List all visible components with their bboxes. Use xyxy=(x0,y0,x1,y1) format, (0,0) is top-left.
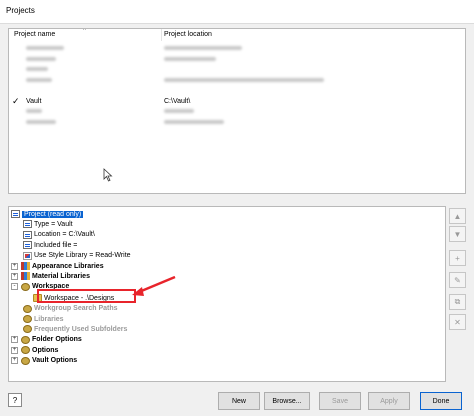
tree-item[interactable]: + Material Libraries xyxy=(11,271,90,281)
tree-item-label: Libraries xyxy=(34,315,64,323)
column-divider[interactable] xyxy=(161,29,162,41)
column-headers: Project name ^ Project location xyxy=(9,29,465,41)
library-icon xyxy=(21,272,30,281)
move-down-icon: ▼ xyxy=(453,229,462,239)
tree-item[interactable]: + Appearance Libraries xyxy=(11,261,104,271)
redacted-project-name xyxy=(26,67,48,71)
help-button[interactable]: ? xyxy=(8,393,22,407)
redacted-project-location xyxy=(164,77,324,82)
workspace-icon xyxy=(23,325,32,334)
new-button[interactable]: New xyxy=(218,392,260,410)
red-highlight-box xyxy=(37,289,136,303)
workspace-icon xyxy=(21,356,30,365)
tree-item-label: Type = Vault xyxy=(34,220,73,228)
remove-icon: ✕ xyxy=(454,317,461,327)
redacted-project-name xyxy=(26,56,56,61)
collapse-icon[interactable]: - xyxy=(11,283,18,291)
window-title: Projects xyxy=(6,6,35,15)
red-arrow-annotation xyxy=(132,275,176,296)
tree-item[interactable]: Libraries xyxy=(23,314,64,324)
tree-item[interactable]: + Options xyxy=(11,345,58,355)
tree-item[interactable]: + Vault Options xyxy=(11,356,77,366)
redacted-project-name xyxy=(26,109,42,113)
tree-item-label: Project (read only) xyxy=(22,210,84,218)
move-up-icon: ▲ xyxy=(453,211,462,221)
tree-item-label: Location = C:\Vault\ xyxy=(34,231,95,239)
project-row[interactable] xyxy=(9,118,465,127)
tree-item[interactable]: + Folder Options xyxy=(11,335,82,345)
document-icon xyxy=(23,241,32,250)
edit-button[interactable]: ✎ xyxy=(449,272,466,288)
project-row[interactable] xyxy=(9,55,465,64)
tree-item[interactable]: Included file = xyxy=(23,240,77,250)
workspace-icon xyxy=(21,282,30,291)
project-row[interactable]: ✓ Vault C:\Vault\ xyxy=(9,95,465,106)
column-header-project-name[interactable]: Project name xyxy=(14,31,55,38)
browse-button[interactable]: Browse... xyxy=(264,392,310,410)
tree-item-label: Material Libraries xyxy=(32,272,90,280)
project-settings-tree[interactable]: Project (read only) Type = Vault Location … xyxy=(8,206,446,382)
add-icon: + xyxy=(455,253,460,263)
add-button[interactable]: + xyxy=(449,250,466,266)
move-up-button[interactable]: ▲ xyxy=(449,208,466,224)
tree-item-label: Workgroup Search Paths xyxy=(34,305,118,313)
save-button[interactable]: Save xyxy=(319,392,361,410)
remove-button[interactable]: ✕ xyxy=(449,314,466,330)
library-icon xyxy=(21,262,30,270)
expand-icon[interactable]: + xyxy=(11,357,18,365)
bottom-button-bar: ? New Browse... Save Apply Done xyxy=(0,388,474,416)
redacted-project-location xyxy=(164,109,194,113)
redacted-project-name xyxy=(26,77,52,82)
project-row[interactable] xyxy=(9,44,465,53)
tree-item[interactable]: Frequently Used Subfolders xyxy=(23,324,127,334)
tree-item-label: Options xyxy=(32,346,59,354)
workspace-icon xyxy=(23,315,32,323)
column-header-project-location[interactable]: Project location xyxy=(164,31,212,38)
tree-item-label: Appearance Libraries xyxy=(32,262,104,270)
mouse-cursor-icon xyxy=(103,168,113,182)
tree-item[interactable]: Type = Vault xyxy=(23,219,73,229)
done-button[interactable]: Done xyxy=(420,392,462,410)
workspace-icon xyxy=(21,346,30,355)
tree-item[interactable]: Project (read only) xyxy=(11,209,84,219)
tree-item-label: Folder Options xyxy=(32,336,82,344)
project-row[interactable] xyxy=(9,107,465,116)
tree-item-label: Vault Options xyxy=(32,357,78,365)
document-icon xyxy=(23,220,32,229)
title-bar: Projects xyxy=(0,0,474,24)
workspace-icon xyxy=(21,335,30,344)
project-row[interactable] xyxy=(9,65,465,74)
project-location: C:\Vault\ xyxy=(164,97,191,105)
tree-item-label: Use Style Library = Read-Write xyxy=(34,252,131,260)
tree-item-label: Included file = xyxy=(34,241,78,249)
project-row[interactable] xyxy=(9,76,465,85)
find-button[interactable]: ⧉ xyxy=(449,294,466,310)
redacted-project-location xyxy=(164,46,242,50)
expand-icon[interactable]: + xyxy=(11,262,18,270)
edit-icon: ✎ xyxy=(454,275,461,285)
workspace-icon xyxy=(23,304,32,313)
tree-item[interactable]: Use Style Library = Read-Write xyxy=(23,251,131,261)
tree-item[interactable]: Workgroup Search Paths xyxy=(23,304,118,314)
sort-arrow-icon: ^ xyxy=(83,28,86,34)
redacted-project-name xyxy=(26,119,56,124)
expand-icon[interactable]: + xyxy=(11,346,18,354)
expand-icon[interactable]: + xyxy=(11,272,18,280)
tree-item[interactable]: Location = C:\Vault\ xyxy=(23,230,95,240)
document-icon xyxy=(23,230,32,239)
active-project-check-icon: ✓ xyxy=(12,95,20,106)
redacted-project-location xyxy=(164,56,216,61)
redacted-project-location xyxy=(164,119,224,124)
find-icon: ⧉ xyxy=(454,297,461,306)
expand-icon[interactable]: + xyxy=(11,336,18,344)
move-down-button[interactable]: ▼ xyxy=(449,226,466,242)
project-row[interactable] xyxy=(9,86,465,95)
project-name: Vault xyxy=(26,97,42,105)
style-library-icon xyxy=(23,251,32,260)
project-icon xyxy=(11,210,20,218)
redacted-project-name xyxy=(26,46,64,50)
project-list[interactable]: Project name ^ Project location ✓ Vault C:… xyxy=(8,28,466,194)
apply-button[interactable]: Apply xyxy=(368,392,410,410)
tree-item-label: Frequently Used Subfolders xyxy=(34,325,128,333)
